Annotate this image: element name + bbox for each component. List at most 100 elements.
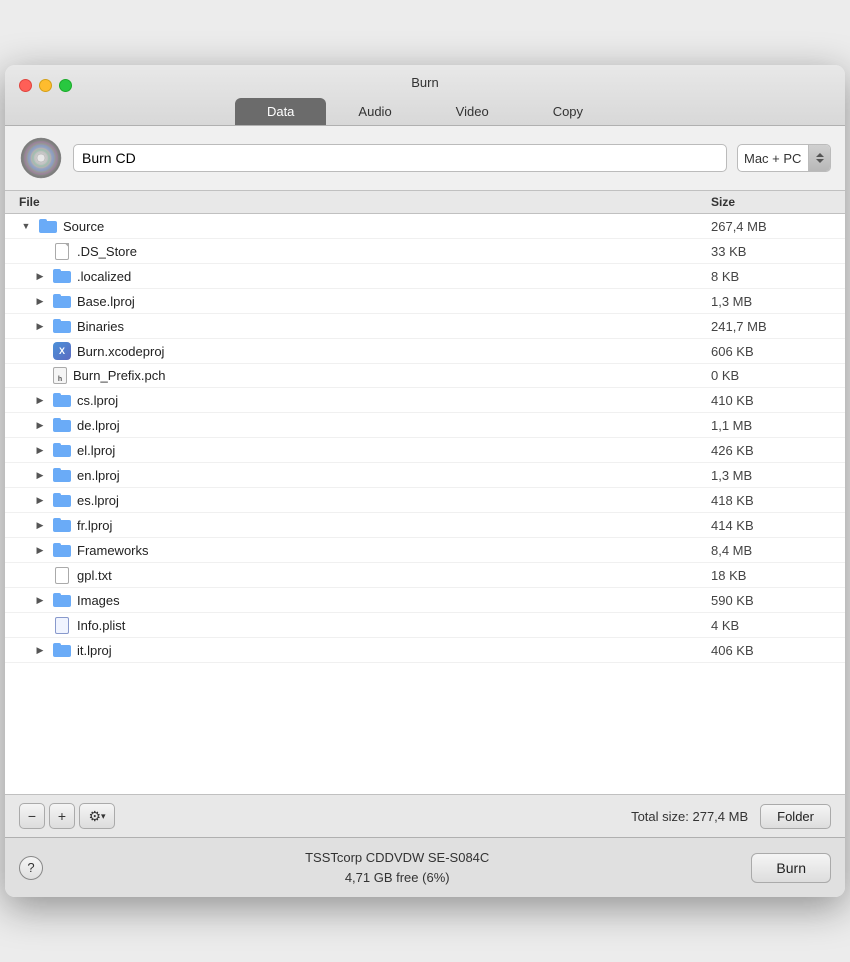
list-item[interactable]: Frameworks 8,4 MB xyxy=(5,538,845,563)
file-size: 8,4 MB xyxy=(711,543,831,558)
file-list: Source 267,4 MB .DS_Store 33 KB .loc xyxy=(5,214,845,794)
expand-arrow[interactable] xyxy=(33,418,47,432)
expand-arrow[interactable] xyxy=(33,269,47,283)
expand-arrow[interactable] xyxy=(33,468,47,482)
burn-button[interactable]: Burn xyxy=(751,853,831,883)
file-name: Images xyxy=(77,593,120,608)
folder-button[interactable]: Folder xyxy=(760,804,831,829)
expand-arrow[interactable] xyxy=(33,443,47,457)
file-name: cs.lproj xyxy=(77,393,118,408)
gear-button[interactable]: ⚙ ▾ xyxy=(79,803,115,829)
expand-arrow[interactable] xyxy=(33,518,47,532)
format-arrow[interactable] xyxy=(808,145,830,171)
file-name: de.lproj xyxy=(77,418,120,433)
list-item[interactable]: .localized 8 KB xyxy=(5,264,845,289)
file-name: gpl.txt xyxy=(77,568,112,583)
add-button[interactable]: + xyxy=(49,803,75,829)
folder-icon xyxy=(53,292,71,310)
list-item[interactable]: en.lproj 1,3 MB xyxy=(5,463,845,488)
folder-icon xyxy=(53,391,71,409)
folder-icon xyxy=(53,466,71,484)
expand-arrow[interactable] xyxy=(33,294,47,308)
drive-free: 4,71 GB free (6%) xyxy=(43,868,751,888)
list-item[interactable]: Images 590 KB xyxy=(5,588,845,613)
list-item[interactable]: X Burn.xcodeproj 606 KB xyxy=(5,339,845,364)
list-item[interactable]: Binaries 241,7 MB xyxy=(5,314,845,339)
file-name: Source xyxy=(63,219,104,234)
maximize-button[interactable] xyxy=(59,79,72,92)
chevron-down-icon xyxy=(816,159,824,163)
file-name: el.lproj xyxy=(77,443,115,458)
expand-arrow[interactable] xyxy=(33,643,47,657)
expand-arrow[interactable] xyxy=(33,319,47,333)
list-item[interactable]: cs.lproj 410 KB xyxy=(5,388,845,413)
file-name: .DS_Store xyxy=(77,244,137,259)
folder-icon xyxy=(53,541,71,559)
tab-video[interactable]: Video xyxy=(424,98,521,125)
tab-bar: Data Audio Video Copy xyxy=(235,98,615,125)
gear-icon: ⚙ xyxy=(88,808,101,825)
expand-arrow[interactable] xyxy=(33,543,47,557)
format-selector[interactable]: Mac + PC Mac Only PC Only xyxy=(737,144,831,172)
tab-copy[interactable]: Copy xyxy=(521,98,615,125)
list-item[interactable]: fr.lproj 414 KB xyxy=(5,513,845,538)
list-item[interactable]: gpl.txt 18 KB xyxy=(5,563,845,588)
disc-name-input[interactable] xyxy=(73,144,727,172)
expand-arrow-source[interactable] xyxy=(19,219,33,233)
file-name: Base.lproj xyxy=(77,294,135,309)
file-size: 406 KB xyxy=(711,643,831,658)
remove-button[interactable]: − xyxy=(19,803,45,829)
file-size: 4 KB xyxy=(711,618,831,633)
col-header-file: File xyxy=(19,195,711,209)
list-item[interactable]: Base.lproj 1,3 MB xyxy=(5,289,845,314)
expand-arrow[interactable] xyxy=(33,593,47,607)
folder-icon xyxy=(53,317,71,335)
xcode-icon: X xyxy=(53,342,71,360)
tab-data[interactable]: Data xyxy=(235,98,326,125)
file-size: 426 KB xyxy=(711,443,831,458)
file-name: Frameworks xyxy=(77,543,149,558)
file-name: Burn_Prefix.pch xyxy=(73,368,166,383)
expand-arrow[interactable] xyxy=(33,493,47,507)
chevron-up-icon xyxy=(816,153,824,157)
file-icon xyxy=(53,242,71,260)
drive-info: TSSTcorp CDDVDW SE-S084C 4,71 GB free (6… xyxy=(43,848,751,887)
drive-name: TSSTcorp CDDVDW SE-S084C xyxy=(43,848,751,868)
close-button[interactable] xyxy=(19,79,32,92)
file-size: 241,7 MB xyxy=(711,319,831,334)
file-name: it.lproj xyxy=(77,643,112,658)
list-item[interactable]: Source 267,4 MB xyxy=(5,214,845,239)
file-size: 590 KB xyxy=(711,593,831,608)
folder-icon xyxy=(53,267,71,285)
disc-bar: Mac + PC Mac Only PC Only xyxy=(5,126,845,191)
title-bar: Burn Data Audio Video Copy xyxy=(5,65,845,126)
list-item[interactable]: it.lproj 406 KB xyxy=(5,638,845,663)
list-item[interactable]: h Burn_Prefix.pch 0 KB xyxy=(5,364,845,388)
expand-arrow[interactable] xyxy=(33,393,47,407)
list-item[interactable]: Info.plist 4 KB xyxy=(5,613,845,638)
help-button[interactable]: ? xyxy=(19,856,43,880)
file-name: Burn.xcodeproj xyxy=(77,344,164,359)
format-select[interactable]: Mac + PC Mac Only PC Only xyxy=(738,151,808,166)
folder-icon xyxy=(53,441,71,459)
file-size: 8 KB xyxy=(711,269,831,284)
tab-audio[interactable]: Audio xyxy=(326,98,423,125)
file-name: fr.lproj xyxy=(77,518,112,533)
disc-icon xyxy=(19,136,63,180)
plist-icon xyxy=(53,616,71,634)
file-size: 267,4 MB xyxy=(711,219,831,234)
file-list-header: File Size xyxy=(5,191,845,214)
file-name: .localized xyxy=(77,269,131,284)
minimize-button[interactable] xyxy=(39,79,52,92)
file-size: 418 KB xyxy=(711,493,831,508)
file-size: 1,1 MB xyxy=(711,418,831,433)
window-title: Burn xyxy=(411,75,438,90)
list-item[interactable]: es.lproj 418 KB xyxy=(5,488,845,513)
file-name: Info.plist xyxy=(77,618,125,633)
folder-icon xyxy=(53,516,71,534)
list-item[interactable]: el.lproj 426 KB xyxy=(5,438,845,463)
file-size: 414 KB xyxy=(711,518,831,533)
list-item[interactable]: de.lproj 1,1 MB xyxy=(5,413,845,438)
list-item[interactable]: .DS_Store 33 KB xyxy=(5,239,845,264)
folder-icon xyxy=(39,217,57,235)
